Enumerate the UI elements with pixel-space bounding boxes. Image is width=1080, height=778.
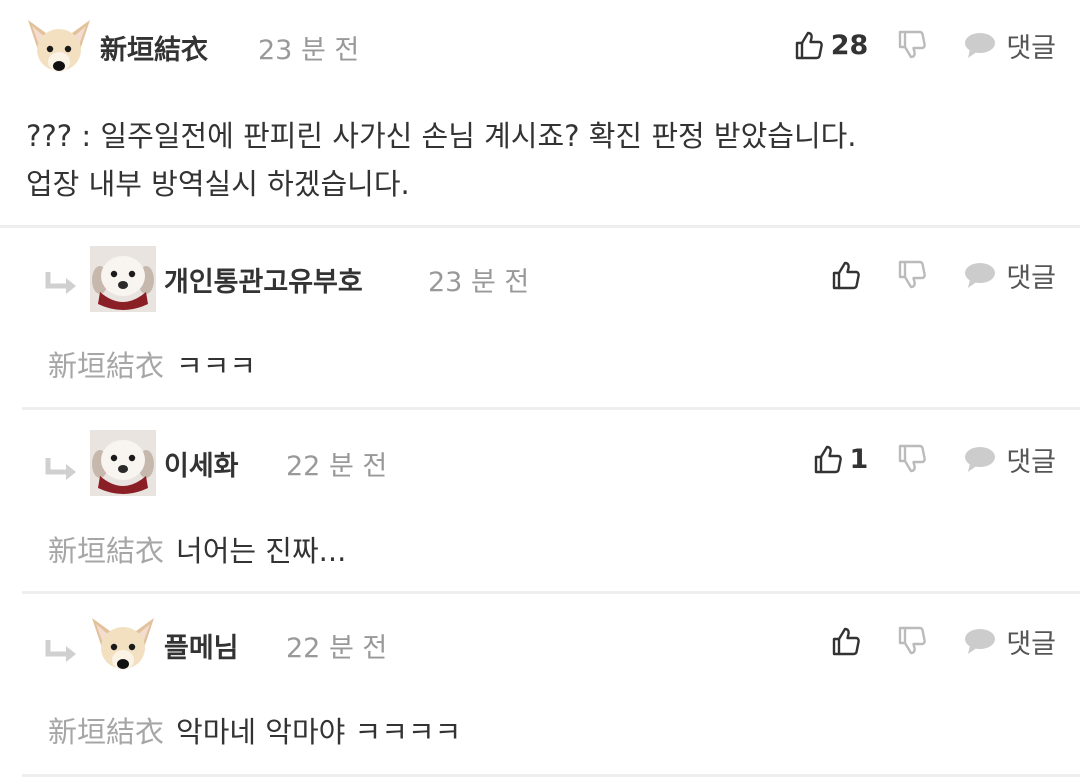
like-button[interactable] [832,260,868,290]
comment-line: ??? : 일주일전에 판피린 사가신 손님 계시죠? 확진 판정 받았습니다. [26,119,857,153]
reply-button[interactable]: 댓글 [964,256,1056,295]
avatar[interactable] [90,430,156,496]
timestamp: 22 분 전 [286,451,388,482]
comment-text: 新垣結衣 악마네 악마야 ㅋㅋㅋㅋ [48,708,461,756]
avatar[interactable] [26,14,92,80]
mention[interactable]: 新垣結衣 [48,715,164,749]
speech-bubble-icon [965,263,996,288]
mention[interactable]: 新垣結衣 [48,534,164,568]
puppy-face-icon [90,430,156,496]
comment-actions: 28 댓글 [795,20,1056,70]
divider [22,774,1080,777]
thumbs-up-icon [795,31,823,60]
dislike-button[interactable] [898,444,927,474]
speech-bubble-icon [965,33,996,58]
dog-face-icon [92,618,154,670]
reply-comment: 개인통관고유부호 23 분 전 댓글 新垣結衣 ㅋㅋㅋ [0,228,1080,410]
timestamp: 23 분 전 [258,35,360,66]
thumbs-down-icon [899,444,927,473]
like-button[interactable] [832,626,868,656]
comment: 新垣結衣 23 분 전 28 댓글 ??? : 일주일전에 판피린 사가신 손님… [0,0,1080,228]
comment-text: 新垣結衣 ㅋㅋㅋ [48,342,256,390]
speech-bubble-icon [965,447,996,472]
thumbs-down-icon [899,30,927,59]
reply-arrow-icon [45,640,76,662]
avatar[interactable] [90,612,156,678]
username[interactable]: 新垣結衣 [100,28,208,67]
puppy-face-icon [90,246,156,312]
speech-bubble-icon [965,629,996,654]
comment-line: 업장 내부 방역실시 하겠습니다. [26,167,410,201]
username[interactable]: 이세화 [164,444,239,483]
like-button[interactable]: 28 [795,29,869,61]
comment-actions: 1 댓글 [814,434,1056,484]
thumbs-down-icon [899,626,927,655]
thumbs-up-icon [814,445,842,474]
timestamp: 22 분 전 [286,633,388,664]
username[interactable]: 개인통관고유부호 [164,260,363,299]
reply-button[interactable]: 댓글 [964,26,1056,65]
timestamp: 23 분 전 [428,267,530,298]
reply-label: 댓글 [1006,262,1056,294]
reply-arrow-icon [45,272,76,294]
dislike-button[interactable] [898,30,927,60]
thumbs-down-icon [899,260,927,289]
comment-body: 너어는 진짜... [176,534,347,568]
like-count: 28 [830,29,869,61]
comment-actions: 댓글 [832,250,1056,300]
reply-comment: 플메님 22 분 전 댓글 新垣結衣 악마네 악마야 ㅋㅋㅋㅋ [0,594,1080,778]
reply-label: 댓글 [1006,628,1056,660]
like-count: 1 [849,443,869,475]
reply-button[interactable]: 댓글 [964,622,1056,661]
reply-label: 댓글 [1006,32,1056,64]
thumbs-up-icon [833,627,861,656]
reply-arrow-icon [45,458,76,480]
reply-button[interactable]: 댓글 [964,440,1056,479]
comment-body: ㅋㅋㅋ [176,349,257,383]
like-button[interactable]: 1 [814,443,869,475]
reply-label: 댓글 [1006,446,1056,478]
comment-text: 新垣結衣 너어는 진짜... [48,527,346,575]
username[interactable]: 플메님 [164,626,239,665]
dislike-button[interactable] [898,626,927,656]
comment-body: 악마네 악마야 ㅋㅋㅋㅋ [176,715,462,749]
reply-comment: 이세화 22 분 전 1 댓글 新垣結衣 너어는 진짜... [0,410,1080,594]
dislike-button[interactable] [898,260,927,290]
avatar[interactable] [90,246,156,312]
mention[interactable]: 新垣結衣 [48,349,164,383]
comment-text: ??? : 일주일전에 판피린 사가신 손님 계시죠? 확진 판정 받았습니다.… [26,112,857,208]
dog-face-icon [28,20,90,72]
thumbs-up-icon [833,261,861,290]
comment-actions: 댓글 [832,616,1056,666]
